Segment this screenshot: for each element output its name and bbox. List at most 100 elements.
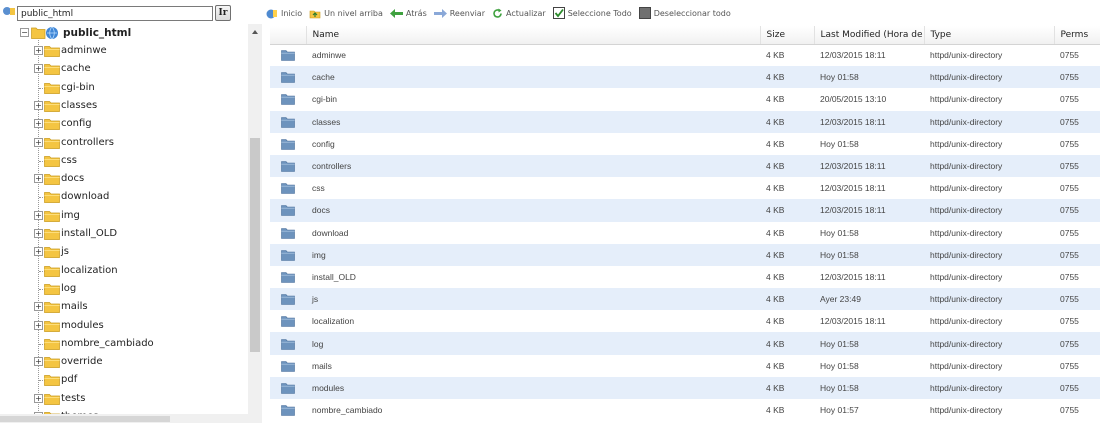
row-name[interactable]: adminwe (306, 44, 760, 66)
table-row[interactable]: classes 4 KB 12/03/2015 18:11 httpd/unix-di… (270, 110, 1100, 133)
tree-item[interactable]: download (0, 188, 240, 206)
up-level-button[interactable]: Un nivel arriba (309, 8, 383, 19)
tree-item[interactable]: + cache (0, 60, 240, 78)
expand-toggle-icon[interactable]: + (34, 210, 43, 220)
tree-item[interactable]: + adminwe (0, 42, 240, 60)
home-icon[interactable] (2, 5, 16, 17)
tree-item[interactable]: css (0, 152, 240, 170)
tree-item[interactable]: + js (0, 243, 240, 261)
tree-vertical-scrollbar[interactable] (248, 24, 262, 423)
type-column-header[interactable]: Type (923, 26, 1054, 45)
table-row[interactable]: css 4 KB 12/03/2015 18:11 httpd/unix-direct… (270, 177, 1100, 199)
table-header-row: Name Size Last Modified (Hora de verano)… (270, 26, 1100, 45)
scrollbar-thumb[interactable] (250, 138, 260, 352)
tree-root-public-html[interactable]: − public_html (0, 24, 240, 42)
folder-tree: − public_html + adminwe + cache cgi-bin + classe… (0, 24, 248, 423)
go-button[interactable]: Ir (215, 5, 231, 21)
table-row[interactable]: localization 4 KB 12/03/2015 18:11 httpd/un… (270, 310, 1100, 332)
row-name[interactable]: config (306, 133, 760, 155)
table-row[interactable]: cgi-bin 4 KB 20/05/2015 13:10 httpd/unix-di… (270, 88, 1100, 110)
row-name[interactable]: js (306, 288, 760, 311)
expand-toggle-icon[interactable]: + (34, 174, 43, 184)
row-name[interactable]: install_OLD (306, 266, 760, 288)
expand-toggle-icon[interactable]: + (34, 229, 43, 238)
row-name[interactable]: mails (306, 355, 760, 377)
table-row[interactable]: download 4 KB Hoy 01:58 httpd/unix-director… (270, 222, 1100, 244)
refresh-button[interactable]: Actualizar (492, 8, 546, 19)
table-row[interactable]: adminwe 4 KB 12/03/2015 18:11 httpd/unix-di… (270, 44, 1100, 66)
expand-toggle-icon[interactable]: + (34, 119, 43, 129)
expand-toggle-icon[interactable]: + (34, 302, 43, 312)
row-type: httpd/unix-directory (930, 50, 1003, 61)
expand-toggle-icon[interactable]: + (34, 357, 43, 367)
tree-item[interactable]: + install_OLD (0, 225, 240, 243)
row-name[interactable]: img (306, 243, 760, 266)
row-icon-cell (270, 376, 306, 399)
tree-item[interactable]: + docs (0, 170, 240, 188)
row-name[interactable]: cgi-bin (306, 88, 760, 110)
tree-item[interactable]: log (0, 280, 240, 298)
forward-button[interactable]: Reenviar (433, 8, 485, 18)
row-name[interactable]: docs (306, 199, 760, 222)
forward-label: Reenviar (449, 8, 485, 18)
table-row[interactable]: log 4 KB Hoy 01:58 httpd/unix-directory 0755 (270, 332, 1100, 355)
expand-toggle-icon[interactable]: + (34, 100, 43, 110)
table-row[interactable]: config 4 KB Hoy 01:58 httpd/unix-directory 0… (270, 133, 1100, 155)
scroll-up-arrow-icon[interactable] (252, 30, 258, 34)
tree-horizontal-scrollbar[interactable] (0, 414, 248, 423)
tree-item[interactable]: + mails (0, 298, 240, 316)
name-column-header[interactable]: Name (305, 26, 760, 45)
tree-item[interactable]: localization (0, 262, 240, 280)
select-all-button[interactable]: Seleccione Todo (552, 7, 632, 19)
deselect-all-button[interactable]: Deseleccionar todo (638, 7, 731, 19)
row-name[interactable]: cache (306, 66, 760, 89)
tree-item[interactable]: + config (0, 115, 240, 133)
expand-toggle-icon[interactable]: + (34, 137, 43, 147)
tree-item[interactable]: + tests (0, 390, 240, 408)
row-name[interactable]: modules (306, 376, 760, 399)
tree-item[interactable]: + classes (0, 97, 240, 115)
tree-item-label: adminwe (61, 45, 107, 56)
expand-toggle-icon[interactable]: + (34, 64, 43, 74)
expand-toggle-icon[interactable]: + (34, 247, 43, 257)
row-name[interactable]: css (306, 177, 760, 199)
table-row[interactable]: mails 4 KB Hoy 01:58 httpd/unix-directory 07… (270, 355, 1100, 377)
table-row[interactable]: controllers 4 KB 12/03/2015 18:11 httpd/uni… (270, 154, 1100, 178)
folder-icon (44, 357, 60, 368)
row-name[interactable]: log (306, 332, 760, 355)
table-row[interactable]: cache 4 KB Hoy 01:58 httpd/unix-directory 07… (270, 66, 1100, 89)
tree-item[interactable]: + modules (0, 317, 240, 335)
tree-item[interactable]: + override (0, 353, 240, 371)
expand-toggle-icon[interactable]: + (34, 46, 43, 55)
expand-toggle-icon[interactable]: + (34, 320, 43, 330)
directory-tree-panel: Ir − public_html + adminwe + cache cgi-bin + cla… (0, 0, 262, 423)
tree-item[interactable]: cgi-bin (0, 79, 240, 97)
table-row[interactable]: install_OLD 4 KB 12/03/2015 18:11 httpd/uni… (270, 266, 1100, 288)
tree-item[interactable]: + controllers (0, 134, 240, 152)
row-name[interactable]: download (306, 222, 760, 244)
path-input[interactable] (17, 6, 213, 21)
table-row[interactable]: modules 4 KB Hoy 01:58 httpd/unix-directory… (270, 376, 1100, 399)
tree-item[interactable]: nombre_cambiado (0, 335, 240, 353)
row-name[interactable]: nombre_cambiado (306, 399, 760, 421)
back-button[interactable]: Atrás (389, 8, 427, 18)
row-name[interactable]: localization (306, 310, 760, 332)
tree-item-label: config (61, 118, 92, 130)
home-button[interactable]: Inicio (266, 8, 302, 19)
table-row[interactable]: docs 4 KB 12/03/2015 18:11 httpd/unix-direc… (270, 199, 1100, 222)
row-name[interactable]: controllers (306, 154, 760, 178)
table-row[interactable]: nombre_cambiado 4 KB Hoy 01:57 httpd/unix-d… (270, 399, 1100, 421)
table-row[interactable]: img 4 KB Hoy 01:58 httpd/unix-directory 0755 (270, 243, 1100, 266)
scrollbar-thumb[interactable] (0, 416, 170, 422)
table-row[interactable]: js 4 KB Ayer 23:49 httpd/unix-directory 0755 (270, 288, 1100, 311)
checkbox-checked-icon (552, 7, 565, 19)
tree-item[interactable]: + img (0, 207, 240, 225)
modified-column-header[interactable]: Last Modified (Hora de verano) (813, 26, 924, 45)
perms-column-header[interactable]: Perms (1053, 26, 1100, 45)
tree-item[interactable]: pdf (0, 371, 240, 389)
collapse-toggle-icon[interactable]: − (20, 28, 29, 37)
row-name[interactable]: classes (306, 110, 760, 133)
row-perms: 0755 (1054, 199, 1100, 222)
expand-toggle-icon[interactable]: + (34, 393, 43, 403)
size-column-header[interactable]: Size (759, 26, 814, 45)
